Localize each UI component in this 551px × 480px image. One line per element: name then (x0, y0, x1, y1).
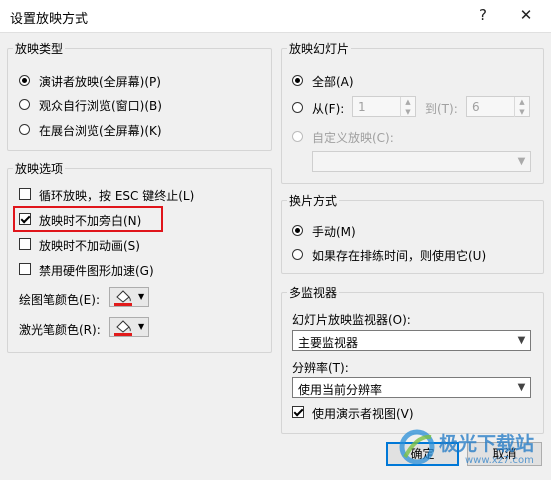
checkbox-no-narration[interactable] (19, 213, 31, 225)
to-slide-spinner[interactable]: 6 ▲ ▼ (466, 96, 530, 117)
radio-use-timings-label[interactable]: 如果存在排练时间，则使用它(U) (312, 247, 486, 264)
monitor-value: 主要监视器 (298, 336, 359, 350)
pen-color-label: 绘图笔颜色(E): (19, 293, 100, 307)
resolution-value: 使用当前分辨率 (298, 383, 383, 397)
window-title: 设置放映方式 (10, 12, 89, 27)
from-slide-spinner[interactable]: 1 ▲ ▼ (352, 96, 416, 117)
radio-presenter-label[interactable]: 演讲者放映(全屏幕)(P) (39, 73, 161, 90)
radio-manual[interactable] (292, 225, 303, 236)
paint-bucket-icon (114, 320, 132, 336)
checkbox-disable-hw-accel-label[interactable]: 禁用硬件图形加速(G) (39, 262, 154, 279)
spin-down-icon: ▼ (400, 107, 415, 117)
advance-title: 换片方式 (287, 192, 340, 209)
to-slide-label: 到(T): (425, 102, 458, 116)
paint-bucket-icon (114, 290, 132, 306)
radio-custom-show-label[interactable]: 自定义放映(C): (312, 129, 394, 146)
to-slide-value: 6 (472, 100, 480, 114)
checkbox-presenter-view-label[interactable]: 使用演示者视图(V) (312, 405, 414, 422)
monitor-label: 幻灯片放映监视器(O): (292, 313, 411, 327)
checkbox-no-narration-label[interactable]: 放映时不加旁白(N) (39, 212, 141, 229)
resolution-select[interactable]: 使用当前分辨率 ▼ (292, 377, 531, 398)
chevron-down-icon: ▼ (517, 382, 526, 393)
radio-custom-show[interactable] (292, 131, 303, 142)
ok-button[interactable]: 确定 (386, 442, 459, 466)
title-bar: 设置放映方式 ? ✕ (0, 0, 551, 33)
radio-manual-label[interactable]: 手动(M) (312, 223, 356, 240)
help-icon[interactable]: ? (473, 6, 493, 24)
resolution-label: 分辨率(T): (292, 361, 349, 375)
laser-color-label: 激光笔颜色(R): (19, 323, 101, 337)
spin-down-icon: ▼ (514, 107, 529, 117)
radio-browsed-window-label[interactable]: 观众自行浏览(窗口)(B) (39, 97, 162, 114)
custom-show-select[interactable]: ▼ (312, 151, 531, 172)
checkbox-loop[interactable] (19, 188, 31, 200)
monitors-title: 多监视器 (287, 284, 340, 301)
radio-presenter[interactable] (19, 75, 30, 86)
dropdown-arrow-icon: ▼ (138, 322, 145, 331)
checkbox-presenter-view[interactable] (292, 406, 304, 418)
laser-color-button[interactable]: ▼ (109, 317, 149, 337)
spin-up-icon: ▲ (514, 97, 529, 107)
chevron-down-icon: ▼ (517, 156, 526, 167)
radio-kiosk-label[interactable]: 在展台浏览(全屏幕)(K) (39, 122, 162, 139)
dropdown-arrow-icon: ▼ (138, 292, 145, 301)
from-slide-value: 1 (358, 100, 366, 114)
monitor-select[interactable]: 主要监视器 ▼ (292, 330, 531, 351)
chevron-down-icon: ▼ (517, 335, 526, 346)
radio-all-slides-label[interactable]: 全部(A) (312, 73, 354, 90)
show-options-title: 放映选项 (13, 160, 66, 177)
checkbox-disable-hw-accel[interactable] (19, 263, 31, 275)
checkbox-no-animation[interactable] (19, 238, 31, 250)
checkbox-no-animation-label[interactable]: 放映时不加动画(S) (39, 237, 140, 254)
radio-kiosk[interactable] (19, 124, 30, 135)
pen-color-button[interactable]: ▼ (109, 287, 149, 307)
slides-title: 放映幻灯片 (287, 40, 352, 57)
checkbox-loop-label[interactable]: 循环放映，按 ESC 键终止(L) (39, 187, 194, 204)
radio-from-slide-label[interactable]: 从(F): (312, 100, 344, 117)
radio-browsed-window[interactable] (19, 99, 30, 110)
spin-up-icon: ▲ (400, 97, 415, 107)
radio-use-timings[interactable] (292, 249, 303, 260)
show-type-title: 放映类型 (13, 40, 66, 57)
close-icon[interactable]: ✕ (516, 6, 536, 24)
radio-from-slide[interactable] (292, 102, 303, 113)
radio-all-slides[interactable] (292, 75, 303, 86)
cancel-button[interactable]: 取消 (467, 442, 542, 466)
